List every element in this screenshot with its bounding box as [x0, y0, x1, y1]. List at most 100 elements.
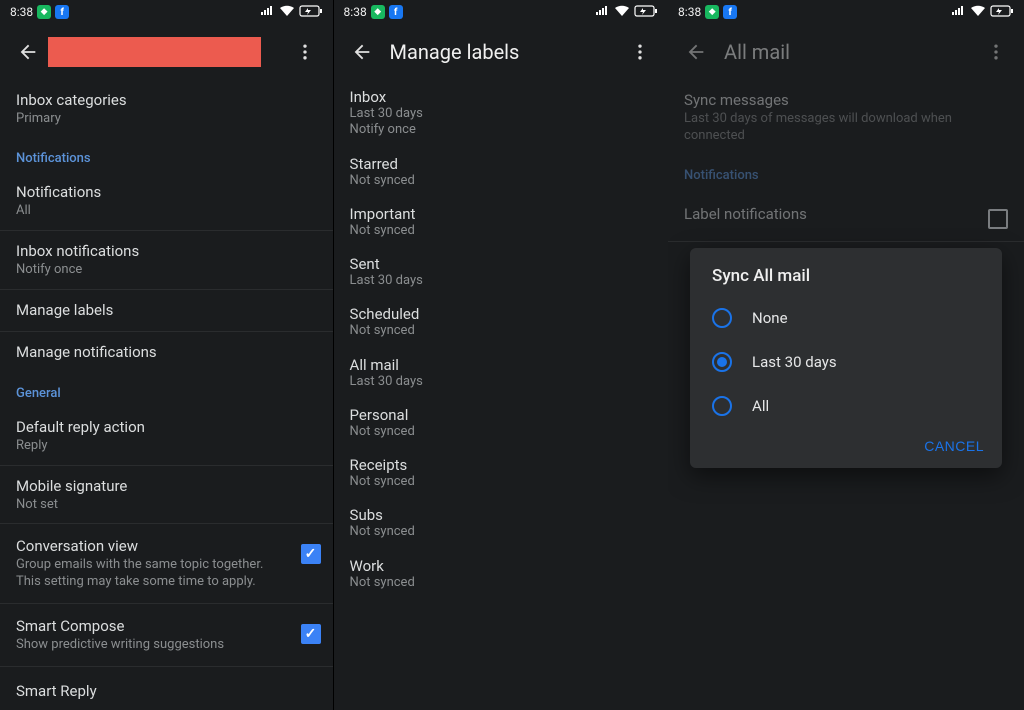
- item-title: Smart Compose: [16, 616, 289, 637]
- item-title: Notifications: [16, 182, 317, 203]
- conversation-view-checkbox[interactable]: [301, 544, 321, 564]
- status-bar: 8:38 ◆ f: [0, 0, 333, 24]
- item-title: Inbox notifications: [16, 241, 317, 262]
- radio-label: All: [752, 397, 769, 415]
- signal-icon: [951, 5, 966, 19]
- wifi-icon: [970, 5, 986, 20]
- label-sub: Last 30 days: [350, 273, 653, 289]
- battery-icon: [299, 5, 323, 20]
- item-sub: Reply: [16, 438, 317, 455]
- mobile-signature-item[interactable]: Mobile signature Not set: [0, 466, 333, 525]
- sync-messages-item[interactable]: Sync messages Last 30 days of messages w…: [668, 80, 1024, 156]
- item-title: Label notifications: [684, 204, 807, 225]
- radio-option[interactable]: Last 30 days: [690, 340, 1002, 384]
- manage-notifications-item[interactable]: Manage notifications: [0, 332, 333, 374]
- account-redacted: [48, 37, 261, 67]
- facebook-icon: f: [389, 5, 403, 19]
- notifications-item[interactable]: Notifications All: [0, 172, 333, 231]
- back-button[interactable]: [342, 32, 382, 72]
- item-sub: Primary: [16, 111, 317, 128]
- radio-icon[interactable]: [712, 352, 732, 372]
- all-mail-pane: 8:38 ◆ f All mail Sync messages Last 30 …: [668, 0, 1024, 710]
- label-item[interactable]: InboxLast 30 daysNotify once: [350, 80, 653, 147]
- label-sub: Not synced: [350, 173, 653, 189]
- smart-compose-item[interactable]: Smart Compose Show predictive writing su…: [0, 604, 333, 667]
- divider: [668, 241, 1024, 242]
- label-item[interactable]: ReceiptsNot synced: [350, 448, 653, 498]
- header: [0, 24, 333, 80]
- more-button[interactable]: [285, 32, 325, 72]
- status-time: 8:38: [10, 5, 33, 19]
- wifi-icon: [614, 5, 630, 20]
- label-list: InboxLast 30 daysNotify onceStarredNot s…: [334, 80, 669, 599]
- label-item[interactable]: ImportantNot synced: [350, 197, 653, 247]
- more-button[interactable]: [620, 32, 660, 72]
- radio-option[interactable]: All: [690, 384, 1002, 428]
- section-notifications: Notifications: [0, 139, 333, 172]
- item-sub: Group emails with the same topic togethe…: [16, 557, 289, 591]
- item-sub: Notify once: [16, 262, 317, 279]
- radio-label: None: [752, 309, 788, 327]
- label-item[interactable]: SubsNot synced: [350, 498, 653, 548]
- app-icon-1: ◆: [37, 5, 51, 19]
- radio-icon[interactable]: [712, 396, 732, 416]
- item-title: Smart Reply: [16, 681, 317, 702]
- inbox-notifications-item[interactable]: Inbox notifications Notify once: [0, 231, 333, 290]
- header: All mail: [668, 24, 1024, 80]
- label-item[interactable]: ScheduledNot synced: [350, 297, 653, 347]
- label-notifications-checkbox[interactable]: [988, 209, 1008, 229]
- status-time: 8:38: [678, 5, 701, 19]
- cancel-button[interactable]: CANCEL: [924, 438, 984, 454]
- manage-labels-pane: 8:38 ◆ f Manage labels InboxLast 30 days…: [334, 0, 669, 710]
- app-icon-1: ◆: [371, 5, 385, 19]
- label-sub: Not synced: [350, 223, 653, 239]
- section-notifications: Notifications: [668, 156, 1024, 189]
- dialog-title: Sync All mail: [690, 266, 1002, 296]
- label-sub: Not synced: [350, 474, 653, 490]
- battery-icon: [634, 5, 658, 20]
- label-sub: Not synced: [350, 575, 653, 591]
- label-sub: Not synced: [350, 524, 653, 540]
- label-title: Inbox: [350, 88, 653, 106]
- item-title: Manage notifications: [16, 342, 317, 363]
- status-bar: 8:38 ◆ f: [334, 0, 669, 24]
- label-sub: Last 30 days: [350, 374, 653, 390]
- manage-labels-item[interactable]: Manage labels: [0, 290, 333, 332]
- default-reply-item[interactable]: Default reply action Reply: [0, 407, 333, 466]
- back-button[interactable]: [8, 32, 48, 72]
- label-item[interactable]: All mailLast 30 days: [350, 348, 653, 398]
- radio-icon[interactable]: [712, 308, 732, 328]
- page-title: Manage labels: [382, 40, 621, 64]
- smart-reply-item[interactable]: Smart Reply: [0, 667, 333, 710]
- facebook-icon: f: [55, 5, 69, 19]
- label-item[interactable]: SentLast 30 days: [350, 247, 653, 297]
- item-sub: Last 30 days of messages will download w…: [684, 111, 1008, 145]
- label-item[interactable]: PersonalNot synced: [350, 398, 653, 448]
- back-button[interactable]: [676, 32, 716, 72]
- more-button[interactable]: [976, 32, 1016, 72]
- battery-icon: [990, 5, 1014, 20]
- label-notifications-item[interactable]: Label notifications: [668, 189, 1024, 241]
- label-sub: Not synced: [350, 424, 653, 440]
- label-sub: Last 30 daysNotify once: [350, 106, 653, 139]
- label-title: Work: [350, 557, 653, 575]
- conversation-view-item[interactable]: Conversation view Group emails with the …: [0, 524, 333, 604]
- label-title: Sent: [350, 255, 653, 273]
- radio-option[interactable]: None: [690, 296, 1002, 340]
- label-item[interactable]: StarredNot synced: [350, 147, 653, 197]
- label-title: Scheduled: [350, 305, 653, 323]
- sync-dialog: Sync All mail None Last 30 days All CANCEL: [690, 248, 1002, 468]
- item-sub: All: [16, 203, 317, 220]
- facebook-icon: f: [723, 5, 737, 19]
- label-title: Important: [350, 205, 653, 223]
- item-title: Conversation view: [16, 536, 289, 557]
- item-title: Mobile signature: [16, 476, 317, 497]
- label-title: Personal: [350, 406, 653, 424]
- radio-label: Last 30 days: [752, 353, 837, 371]
- label-title: Starred: [350, 155, 653, 173]
- inbox-categories-item[interactable]: Inbox categories Primary: [0, 80, 333, 139]
- smart-compose-checkbox[interactable]: [301, 624, 321, 644]
- label-item[interactable]: WorkNot synced: [350, 549, 653, 599]
- item-title: Sync messages: [684, 90, 1008, 111]
- section-general: General: [0, 374, 333, 407]
